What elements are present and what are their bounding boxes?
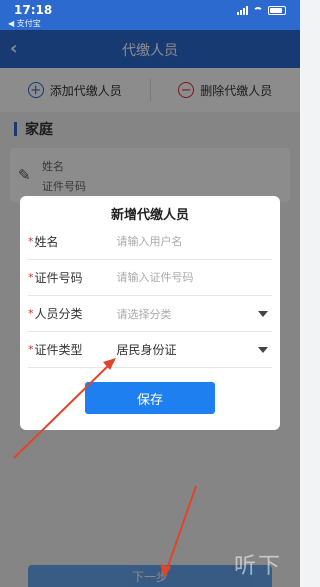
category-row[interactable]: * 人员分类 请选择分类 xyxy=(28,296,272,332)
back-to-app-link[interactable]: ◀ 支付宝 xyxy=(8,18,41,29)
id-number-row: * 证件号码 xyxy=(28,260,272,296)
required-mark: * xyxy=(28,343,34,356)
id-type-row[interactable]: * 证件类型 居民身份证 xyxy=(28,332,272,368)
id-number-label: 证件号码 xyxy=(34,271,83,285)
name-label: 姓名 xyxy=(34,235,59,249)
name-input[interactable] xyxy=(116,235,272,248)
battery-icon xyxy=(268,6,286,15)
status-bar: 17:18 ◀ 支付宝 xyxy=(0,0,300,30)
id-type-select[interactable]: 居民身份证 xyxy=(117,341,259,358)
signal-icon xyxy=(237,6,248,15)
dropdown-caret-icon[interactable] xyxy=(258,346,268,353)
category-label: 人员分类 xyxy=(34,307,83,321)
id-number-input[interactable] xyxy=(116,271,272,284)
id-type-label: 证件类型 xyxy=(34,343,83,357)
required-mark: * xyxy=(28,271,34,284)
status-icons xyxy=(237,6,286,15)
dialog-title: 新增代缴人员 xyxy=(110,208,189,223)
required-mark: * xyxy=(28,235,34,248)
add-member-dialog: 新增代缴人员 * 姓名 * 证件号码 * 人员分类 请选择分类 * 证件类型 居… xyxy=(20,196,280,430)
watermark-logo: 听下 xyxy=(233,554,282,579)
required-mark: * xyxy=(28,307,34,320)
wifi-icon xyxy=(253,6,263,15)
name-row: * 姓名 xyxy=(28,224,272,260)
status-time: 17:18 xyxy=(14,3,53,17)
save-button[interactable]: 保存 xyxy=(85,382,215,414)
dropdown-caret-icon[interactable] xyxy=(258,310,268,317)
category-select[interactable]: 请选择分类 xyxy=(117,306,259,322)
